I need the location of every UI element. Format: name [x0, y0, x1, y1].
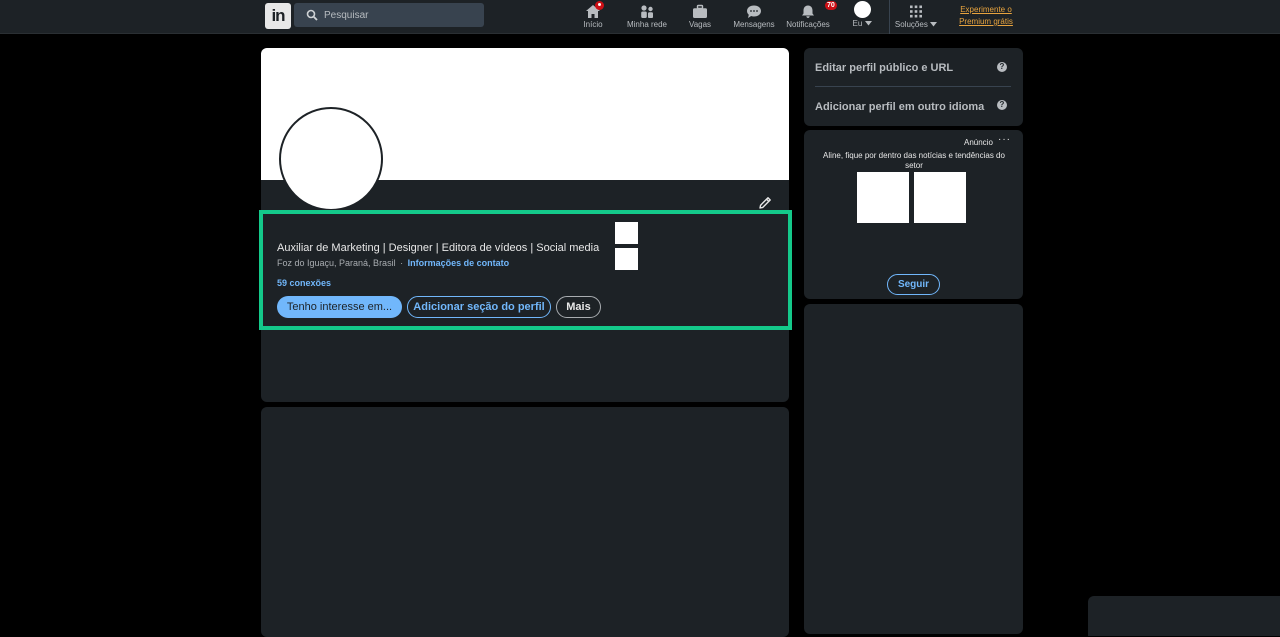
ad-label: Anúncio — [964, 138, 993, 147]
nav-item-me[interactable]: Eu — [848, 0, 876, 34]
interest-button[interactable]: Tenho interesse em... — [277, 296, 402, 318]
network-icon — [641, 5, 653, 18]
profile-section-card — [261, 407, 789, 637]
premium-trial-link[interactable]: Experimente o Premium grátis — [952, 4, 1020, 28]
school-logo[interactable] — [615, 248, 638, 270]
nav-label-notifications: Notificações — [786, 20, 830, 29]
profile-photo[interactable] — [279, 107, 383, 211]
follow-button[interactable]: Seguir — [887, 274, 940, 295]
nav-item-home[interactable]: Início — [578, 0, 608, 34]
nav-label-jobs: Vagas — [688, 20, 712, 29]
side-divider — [815, 86, 1011, 87]
nav-item-my-network[interactable]: Minha rede — [624, 0, 670, 34]
add-profile-section-button[interactable]: Adicionar seção do perfil — [407, 296, 551, 318]
nav-label-solutions: Soluções — [895, 20, 938, 29]
avatar — [853, 1, 871, 18]
profile-card — [261, 48, 789, 402]
linkedin-logo[interactable]: in — [265, 3, 291, 29]
location-separator: · — [400, 258, 404, 268]
profile-headline: Auxiliar de Marketing | Designer | Edito… — [277, 242, 600, 254]
help-icon[interactable]: ? — [997, 62, 1007, 72]
ad-company-image[interactable] — [914, 172, 966, 223]
more-button[interactable]: Mais — [556, 296, 601, 318]
ad-text: Aline, fique por dentro das notícias e t… — [823, 151, 1005, 170]
search-icon — [306, 9, 318, 21]
profile-location: Foz do Iguaçu, Paraná, Brasil — [277, 258, 396, 268]
profile-settings-card: Editar perfil público e URL ? Adicionar … — [804, 48, 1023, 126]
nav-label-me: Eu — [852, 19, 872, 28]
nav-item-jobs[interactable]: Vagas — [686, 0, 714, 34]
nav-item-solutions[interactable]: Soluções — [894, 0, 938, 34]
ad-options-icon[interactable]: ··· — [998, 134, 1011, 145]
help-icon[interactable]: ? — [997, 100, 1007, 110]
edit-public-profile-link[interactable]: Editar perfil público e URL — [815, 62, 953, 74]
premium-line-2: Premium grátis — [959, 17, 1013, 26]
add-language-profile-link[interactable]: Adicionar perfil em outro idioma — [815, 101, 984, 113]
search-input[interactable] — [322, 7, 472, 23]
nav-label-home: Início — [583, 20, 603, 29]
messaging-overlay[interactable] — [1088, 596, 1280, 636]
caret-down-icon — [930, 22, 938, 27]
ad-user-image — [857, 172, 909, 223]
profile-location-line: Foz do Iguaçu, Paraná, Brasil · Informaç… — [277, 258, 509, 268]
top-navigation-bar: in Início Minha rede — [0, 0, 1280, 34]
nav-label-my-network: Minha rede — [626, 20, 668, 29]
search-box[interactable] — [294, 3, 484, 27]
home-badge-dot — [595, 1, 604, 10]
people-also-viewed-card — [804, 304, 1023, 634]
company-logo[interactable] — [615, 222, 638, 244]
nav-item-notifications[interactable]: 70 Notificações — [785, 0, 837, 34]
edit-pencil-icon[interactable] — [757, 195, 773, 211]
nav-item-messages[interactable]: Mensagens — [733, 0, 775, 34]
contact-info-link[interactable]: Informações de contato — [408, 258, 510, 268]
grid-icon — [910, 5, 922, 18]
ad-card: Anúncio ··· Aline, fique por dentro das … — [804, 130, 1023, 299]
nav-label-messages: Mensagens — [733, 20, 775, 29]
premium-line-1: Experimente o — [960, 5, 1012, 14]
bell-icon — [802, 5, 814, 18]
connections-link[interactable]: 59 conexões — [277, 278, 331, 288]
message-icon — [747, 5, 761, 18]
caret-down-icon — [864, 21, 872, 26]
briefcase-icon — [693, 4, 707, 18]
notifications-count-badge: 70 — [825, 1, 837, 10]
nav-divider — [889, 0, 890, 34]
